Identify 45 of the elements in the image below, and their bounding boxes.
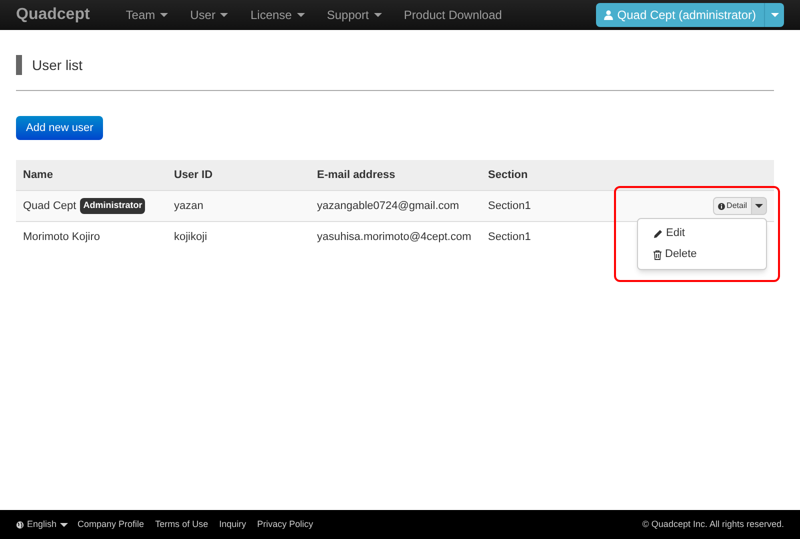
column-header: Section	[488, 168, 529, 183]
copyright-text: © Quadcept Inc. All rights reserved.	[642, 518, 784, 531]
caret-icon	[755, 204, 763, 208]
menu-item[interactable]: Delete	[638, 244, 766, 265]
role-badge: Administrator	[80, 198, 146, 214]
column-header: User ID	[174, 168, 214, 183]
footer-link[interactable]: Company Profile	[78, 518, 144, 532]
caret-icon	[220, 13, 228, 17]
column-header: E-mail address	[317, 168, 396, 183]
nav-item[interactable]: License	[250, 6, 305, 24]
language-selector[interactable]: English	[16, 518, 68, 532]
menu-item[interactable]: Edit	[638, 223, 766, 244]
detail-button[interactable]: Detail	[712, 197, 752, 215]
account-dropdown-button[interactable]	[765, 3, 784, 27]
nav-item[interactable]: User	[190, 6, 228, 24]
caret-icon	[60, 522, 68, 526]
footer-link[interactable]: Privacy Policy	[257, 518, 314, 532]
caret-icon	[296, 13, 305, 17]
brand-logo[interactable]: Quadcept	[16, 3, 90, 27]
caret-icon	[160, 13, 168, 17]
table-cell-text: yasuhisa.morimoto@4cept.com	[317, 230, 472, 245]
title-bar-mark	[16, 55, 22, 75]
nav-item[interactable]: Team	[126, 6, 168, 24]
column-header: Name	[23, 168, 54, 183]
trash-icon	[653, 250, 662, 260]
table-cell-text: yazan	[174, 198, 204, 214]
table-cell-text: Section1	[488, 198, 532, 214]
caret-icon	[374, 13, 382, 17]
add-user-button[interactable]: Add new user	[16, 116, 104, 140]
table-cell-text: Quad Cept	[23, 198, 76, 214]
page-title: User list	[32, 56, 83, 74]
footer-link[interactable]: Inquiry	[219, 518, 246, 532]
table-cell-text: Section1	[488, 230, 532, 245]
user-icon	[604, 10, 614, 20]
table-cell-text: kojikoji	[174, 230, 208, 245]
nav-item[interactable]: Support	[326, 6, 382, 24]
table-cell-text: yazangable0724@gmail.com	[317, 198, 460, 214]
detail-dropdown-button[interactable]	[752, 197, 767, 215]
info-icon	[718, 202, 725, 210]
footer-link[interactable]: Terms of Use	[155, 518, 208, 532]
table-cell-text: Morimoto Kojiro	[23, 230, 100, 245]
pencil-icon	[653, 228, 663, 238]
caret-icon	[770, 13, 778, 17]
nav-item[interactable]: Product Download	[404, 6, 502, 24]
globe-icon	[16, 520, 24, 528]
